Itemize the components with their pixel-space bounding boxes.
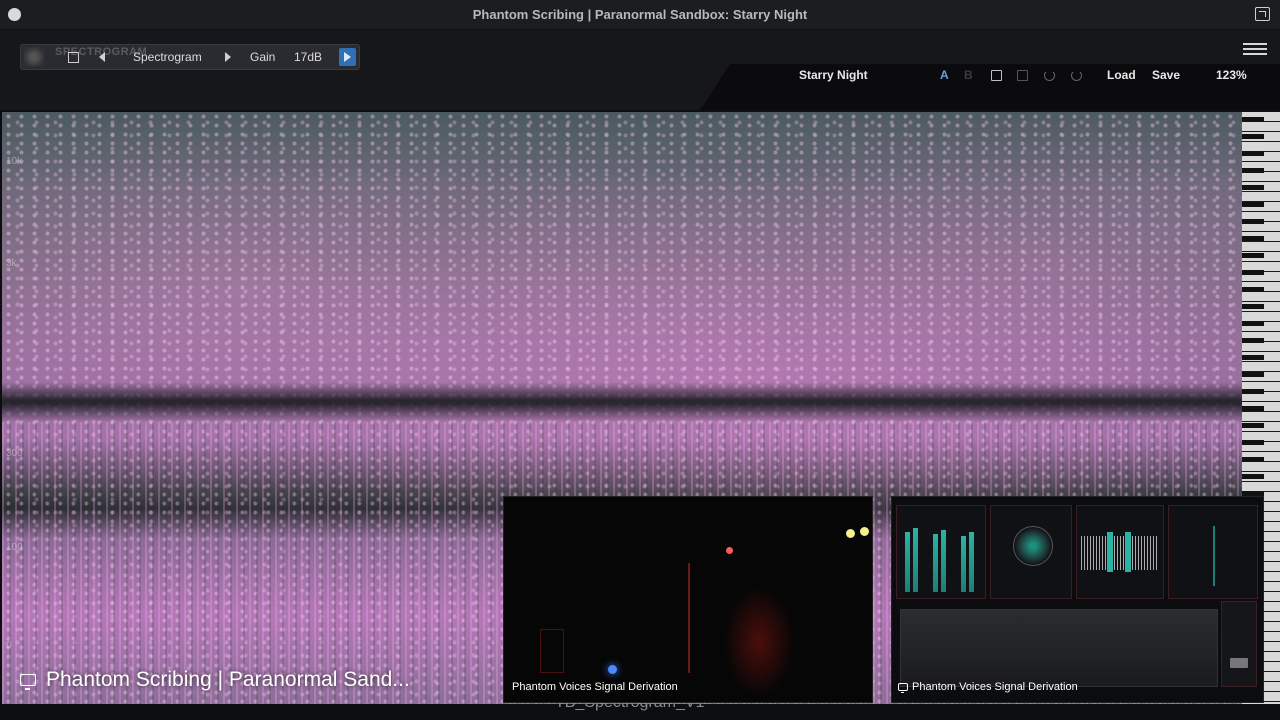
plugin-logo-icon [23,47,45,67]
red-pole [688,563,690,673]
freq-label-300: 300 [6,448,23,459]
preset-name[interactable]: Starry Night [799,68,868,82]
red-box [540,629,564,673]
zoom-level[interactable]: 123% [1216,68,1247,82]
freq-label-0: 0 [6,640,12,651]
spectrogram-dark-band [2,382,1242,422]
freq-label-100: 100 [6,542,23,553]
yellow-light-1 [846,529,855,538]
next-preset-icon[interactable] [225,52,231,62]
video-tile-meters[interactable]: Phantom Voices Signal Derivation [891,496,1264,703]
window-titlebar: Phantom Scribing | Paranormal Sandbox: S… [0,0,1280,30]
plugin-header [0,30,1280,110]
header-upper-left [0,64,710,110]
meter-side-panel [1221,601,1257,687]
stereo-panel [1168,505,1258,599]
meter-tile-caption-row: Phantom Voices Signal Derivation [898,681,1078,693]
ab-a-button[interactable]: A [940,68,949,82]
window-close-dot[interactable] [8,8,21,21]
screen-share-icon [20,674,36,690]
freq-label-3k: 3k [6,258,17,269]
undo-icon[interactable] [1044,70,1055,81]
load-button[interactable]: Load [1107,68,1136,82]
save-button[interactable]: Save [1152,68,1180,82]
redo-icon[interactable] [1071,70,1082,81]
spectrum-scope [900,609,1218,687]
copy-icon[interactable] [991,70,1002,81]
gain-label: Gain [250,50,276,64]
meter-tile-caption: Phantom Voices Signal Derivation [912,681,1078,693]
video-tile-camera[interactable]: Phantom Voices Signal Derivation [503,496,873,703]
play-button[interactable] [339,48,356,66]
gain-value[interactable]: 17dB [294,50,322,64]
correlation-panel [1076,505,1164,599]
video-tile-caption: Phantom Voices Signal Derivation [512,681,678,693]
vectorscope-panel [990,505,1072,599]
red-glow [724,587,794,697]
freq-label-10k: 10k [6,156,23,167]
spl-logo [1230,658,1248,668]
window-title: Phantom Scribing | Paranormal Sandbox: S… [472,7,808,22]
screen-share-caption: Phantom Scribing | Paranormal Sand... [20,668,410,692]
ab-b-button[interactable]: B [964,68,973,82]
header-slope [700,64,730,110]
blue-light [608,665,617,674]
screen-share-title: Phantom Scribing | Paranormal Sand... [46,668,410,691]
preset-label[interactable]: Spectrogram [133,50,202,64]
prev-preset-icon[interactable] [99,52,105,62]
popout-window-icon[interactable] [1255,7,1270,21]
paste-icon[interactable] [1017,70,1028,81]
menu-icon[interactable] [1243,43,1267,55]
level-meter-panel [896,505,986,599]
crop-icon[interactable] [68,52,79,63]
plugin-control-bar: SPECTROGRAM Spectrogram Gain 17dB [20,44,360,70]
yellow-light-2 [860,527,869,536]
red-light [726,547,733,554]
screen-share-icon-small [898,683,908,693]
